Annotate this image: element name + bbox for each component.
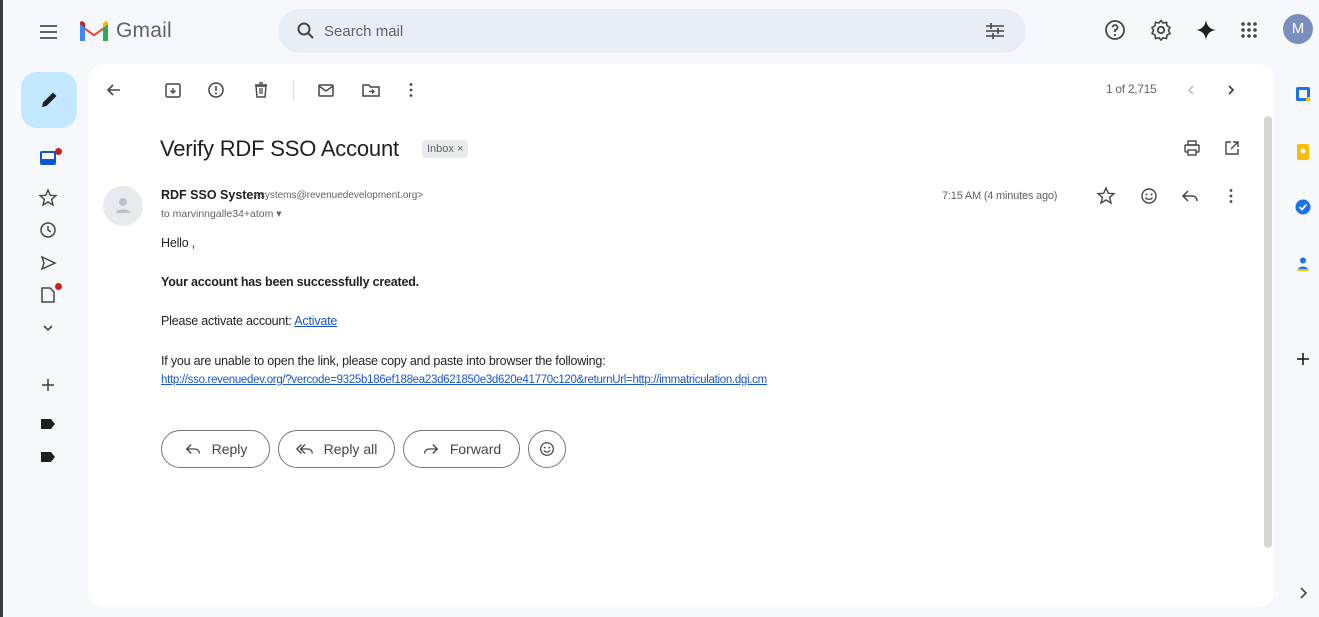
reply-all-arrow-icon bbox=[295, 444, 313, 454]
create-label-plus-icon[interactable] bbox=[38, 375, 58, 395]
label-tag-icon[interactable] bbox=[38, 414, 58, 434]
search-input[interactable] bbox=[324, 18, 964, 44]
more-vertical-icon[interactable] bbox=[401, 80, 421, 100]
window-edge bbox=[0, 0, 3, 617]
activate-prefix: Please activate account: bbox=[161, 314, 295, 328]
email-subject: Verify RDF SSO Account bbox=[160, 136, 399, 161]
reply-button[interactable]: Reply bbox=[161, 430, 270, 468]
pencil-icon bbox=[42, 92, 57, 107]
top-bar: Gmail M bbox=[0, 0, 1319, 62]
archive-icon[interactable] bbox=[163, 80, 183, 100]
sender-avatar bbox=[103, 186, 143, 226]
newer-chevron-left-icon[interactable] bbox=[1181, 80, 1201, 100]
apps-grid-icon[interactable] bbox=[1237, 18, 1261, 42]
print-icon[interactable] bbox=[1182, 138, 1202, 158]
toolbar-divider bbox=[293, 80, 294, 100]
vertical-scrollbar[interactable] bbox=[1264, 116, 1272, 548]
person-icon bbox=[116, 198, 130, 213]
gmail-m-icon bbox=[80, 21, 108, 41]
open-new-window-icon[interactable] bbox=[1222, 138, 1242, 158]
move-to-folder-icon[interactable] bbox=[361, 80, 381, 100]
long-url-link[interactable]: http://sso.revenuedev.org/?vercode=9325b… bbox=[161, 374, 767, 386]
calendar-icon[interactable] bbox=[1294, 85, 1312, 103]
keep-notes-icon[interactable] bbox=[1294, 143, 1312, 161]
forward-button[interactable]: Forward bbox=[403, 430, 520, 468]
star-icon[interactable] bbox=[1096, 186, 1116, 206]
get-addons-plus-icon[interactable] bbox=[1294, 350, 1312, 368]
starred-icon[interactable] bbox=[38, 188, 58, 208]
mark-unread-icon[interactable] bbox=[316, 80, 336, 100]
emoji-reaction-icon[interactable] bbox=[1139, 186, 1159, 206]
settings-gear-icon[interactable] bbox=[1149, 18, 1173, 42]
more-chevron-down-icon[interactable] bbox=[38, 318, 58, 338]
search-bar[interactable] bbox=[278, 9, 1026, 53]
report-spam-icon[interactable] bbox=[206, 80, 226, 100]
gmail-logo[interactable]: Gmail bbox=[78, 19, 172, 43]
sender-name: RDF SSO System bbox=[161, 188, 265, 202]
forward-label: Forward bbox=[449, 441, 502, 457]
email-created-line: Your account has been successfully creat… bbox=[161, 275, 419, 289]
email-copy-line: If you are unable to open the link, plea… bbox=[161, 354, 606, 368]
tasks-icon[interactable] bbox=[1294, 198, 1312, 216]
message-more-vertical-icon[interactable] bbox=[1221, 186, 1241, 206]
help-icon[interactable] bbox=[1103, 18, 1127, 42]
email-url-line: http://sso.revenuedev.org/?vercode=9325b… bbox=[161, 374, 767, 386]
sender-email: <systems@revenuedevelopment.org> bbox=[254, 190, 424, 201]
search-icon[interactable] bbox=[296, 21, 316, 41]
message-panel: 1 of 2,715 Verify RDF SSO Account Inbox … bbox=[88, 64, 1274, 607]
reply-arrow-icon[interactable] bbox=[1180, 186, 1200, 206]
expand-panel-chevron-right-icon[interactable] bbox=[1294, 584, 1312, 602]
label-tag-icon[interactable] bbox=[38, 447, 58, 467]
email-greeting: Hello , bbox=[161, 236, 196, 250]
reply-all-button[interactable]: Reply all bbox=[278, 430, 395, 468]
emoji-smile-icon bbox=[540, 442, 554, 456]
reply-all-label: Reply all bbox=[323, 441, 378, 457]
contacts-icon[interactable] bbox=[1294, 255, 1312, 273]
inbox-label-chip[interactable]: Inbox × bbox=[422, 140, 469, 158]
reply-arrow-icon bbox=[185, 444, 200, 454]
sent-icon[interactable] bbox=[38, 253, 58, 273]
compose-button[interactable] bbox=[21, 72, 77, 128]
emoji-react-button[interactable] bbox=[528, 430, 566, 468]
back-arrow-icon[interactable] bbox=[104, 80, 124, 100]
older-chevron-right-icon[interactable] bbox=[1221, 80, 1241, 100]
main-menu-icon[interactable] bbox=[36, 20, 60, 44]
activate-link[interactable]: Activate bbox=[294, 314, 337, 328]
drafts-unread-dot bbox=[55, 283, 62, 290]
snoozed-clock-icon[interactable] bbox=[38, 220, 58, 240]
inbox-unread-dot bbox=[55, 148, 62, 155]
message-pager: 1 of 2,715 bbox=[1106, 82, 1157, 96]
delete-trash-icon[interactable] bbox=[251, 80, 271, 100]
gemini-sparkle-icon[interactable] bbox=[1194, 18, 1218, 42]
recipient-line[interactable]: to marvinngalle34+atom ▾ bbox=[161, 208, 282, 220]
email-activate-line: Please activate account: Activate bbox=[161, 314, 337, 328]
reply-label: Reply bbox=[211, 441, 248, 457]
account-avatar[interactable]: M bbox=[1283, 14, 1313, 44]
app-name: Gmail bbox=[116, 19, 172, 42]
search-options-icon[interactable] bbox=[984, 21, 1006, 41]
message-timestamp: 7:15 AM (4 minutes ago) bbox=[942, 190, 1058, 202]
forward-arrow-icon bbox=[423, 444, 439, 454]
